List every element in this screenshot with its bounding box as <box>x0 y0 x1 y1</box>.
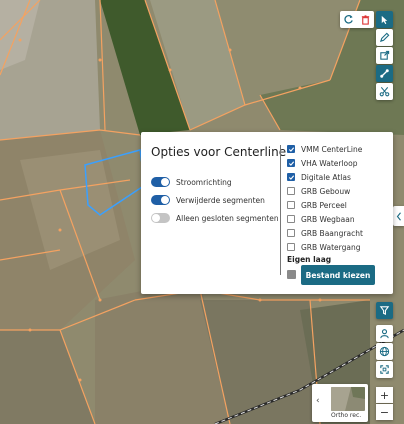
basemap-switcher[interactable]: ‹ Ortho rec. <box>312 384 368 422</box>
checkbox[interactable] <box>287 145 295 153</box>
external-edit-icon[interactable] <box>376 47 393 64</box>
chevron-left-icon <box>396 211 401 221</box>
toggle-switch[interactable] <box>151 213 170 223</box>
basemap-label: Ortho rec. <box>331 412 362 419</box>
layer-label: GRB Watergang <box>301 242 361 252</box>
fullscreen-icon[interactable] <box>376 361 393 378</box>
connect-icon[interactable] <box>376 65 393 82</box>
chevron-left-icon[interactable]: ‹ <box>316 396 320 406</box>
layer-label: VHA Waterloop <box>301 158 358 168</box>
check-icon <box>288 174 294 180</box>
centerline-options-panel: Opties voor Centerline Stroomrichting Ve… <box>141 132 393 294</box>
toggle-alleen-gesloten-segmenten[interactable]: Alleen gesloten segmenten <box>151 212 279 224</box>
checkbox[interactable] <box>287 201 295 209</box>
checkbox[interactable] <box>287 243 295 251</box>
own-layer-title: Eigen laag <box>287 255 332 264</box>
layer-label: GRB Perceel <box>301 200 347 210</box>
toggle-label: Alleen gesloten segmenten <box>176 213 279 223</box>
checkbox[interactable] <box>287 215 295 223</box>
own-layer-color-swatch[interactable] <box>287 270 296 279</box>
toggle-knob <box>161 196 169 204</box>
layer-grb-watergang[interactable]: GRB Watergang <box>287 242 360 252</box>
person-icon[interactable] <box>376 325 393 342</box>
layer-grb-perceel[interactable]: GRB Perceel <box>287 200 347 210</box>
toggle-knob <box>161 178 169 186</box>
select-arrow-icon[interactable] <box>376 11 393 28</box>
scissors-icon[interactable] <box>376 83 393 100</box>
toggle-label: Stroomrichting <box>176 177 232 187</box>
toggle-verwijderde-segmenten[interactable]: Verwijderde segmenten <box>151 194 265 206</box>
zoom-out-button[interactable]: − <box>376 404 393 420</box>
layer-label: VMM CenterLine <box>301 144 363 154</box>
layer-digitale-atlas[interactable]: Digitale Atlas <box>287 172 351 182</box>
collapse-panel-tab[interactable] <box>393 206 404 226</box>
checkbox[interactable] <box>287 187 295 195</box>
layer-label: GRB Baangracht <box>301 228 363 238</box>
layer-label: Digitale Atlas <box>301 172 351 182</box>
layer-grb-wegbaan[interactable]: GRB Wegbaan <box>287 214 355 224</box>
globe-icon[interactable] <box>376 343 393 360</box>
refresh-icon[interactable] <box>340 11 357 28</box>
choose-file-button[interactable]: Bestand kiezen <box>301 265 375 285</box>
layer-grb-baangracht[interactable]: GRB Baangracht <box>287 228 363 238</box>
toggle-switch[interactable] <box>151 195 170 205</box>
basemap-thumbnail[interactable] <box>331 387 365 411</box>
panel-divider <box>280 145 281 275</box>
toggle-stroomrichting[interactable]: Stroomrichting <box>151 176 232 188</box>
toggle-label: Verwijderde segmenten <box>176 195 265 205</box>
layer-label: GRB Wegbaan <box>301 214 355 224</box>
panel-title: Opties voor Centerline <box>151 145 287 159</box>
checkbox[interactable] <box>287 159 295 167</box>
zoom-in-button[interactable]: + <box>376 387 393 403</box>
layer-vmm-centerline[interactable]: VMM CenterLine <box>287 144 362 154</box>
trash-icon[interactable] <box>357 11 374 28</box>
filter-icon[interactable] <box>376 302 393 319</box>
layer-vha-waterloop[interactable]: VHA Waterloop <box>287 158 357 168</box>
check-icon <box>288 160 294 166</box>
check-icon <box>288 146 294 152</box>
checkbox[interactable] <box>287 173 295 181</box>
toggle-switch[interactable] <box>151 177 170 187</box>
checkbox[interactable] <box>287 229 295 237</box>
toggle-knob <box>152 214 160 222</box>
pencil-icon[interactable] <box>376 29 393 46</box>
layer-grb-gebouw[interactable]: GRB Gebouw <box>287 186 350 196</box>
layer-label: GRB Gebouw <box>301 186 351 196</box>
